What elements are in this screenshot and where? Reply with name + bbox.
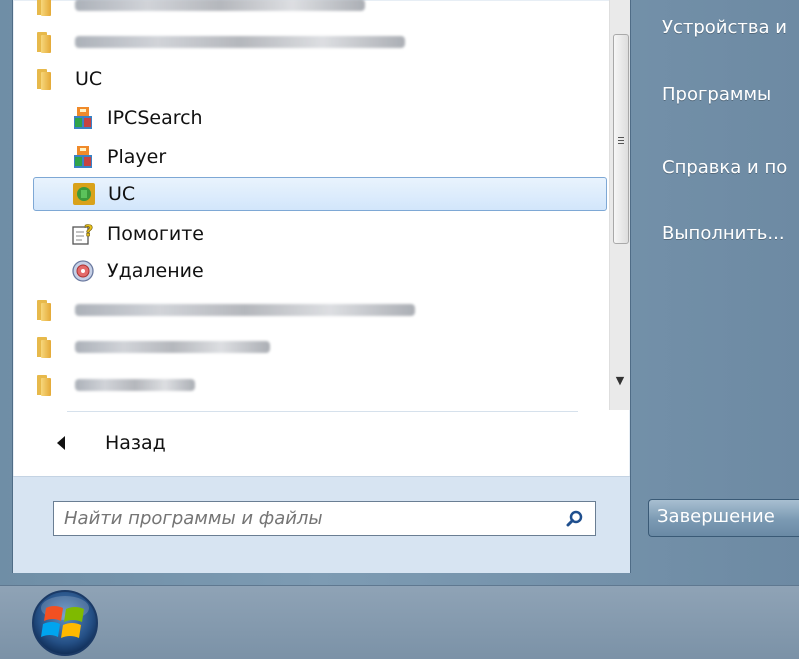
scroll-down-icon[interactable]: ▼	[613, 374, 627, 392]
shutdown-button[interactable]: Завершение	[648, 499, 799, 537]
program-label: Player	[107, 146, 167, 168]
folder-icon	[37, 299, 61, 321]
folder-item-uc[interactable]: UC	[37, 62, 602, 96]
uc-app-icon	[73, 183, 95, 205]
folder-icon	[37, 336, 61, 358]
folder-icon	[37, 68, 61, 90]
programs-list[interactable]: UC IPCSearch Player UC ? Помогите Удален…	[13, 0, 630, 410]
folder-item-blurred-4[interactable]	[37, 330, 602, 364]
taskbar	[0, 585, 799, 659]
windows-start-orb-icon[interactable]	[26, 588, 104, 658]
blurred-label	[75, 304, 415, 316]
ipcsearch-icon	[74, 107, 92, 129]
grip-icon	[618, 135, 624, 146]
program-item-ipcsearch[interactable]: IPCSearch	[71, 101, 602, 135]
folder-item-blurred-1[interactable]	[37, 0, 602, 22]
folder-icon	[37, 31, 61, 53]
program-label: IPCSearch	[107, 107, 203, 129]
help-icon: ?	[72, 222, 94, 245]
folder-icon	[37, 374, 61, 396]
search-area	[13, 476, 630, 573]
folder-label: UC	[75, 68, 103, 90]
back-arrow-icon	[57, 436, 65, 450]
program-label: Удаление	[107, 260, 204, 282]
player-icon	[74, 146, 92, 168]
blurred-label	[75, 36, 405, 48]
search-input[interactable]	[62, 503, 556, 534]
uninstall-icon	[72, 260, 94, 282]
folder-icon	[37, 0, 61, 16]
program-label: Помогите	[107, 223, 204, 245]
blurred-label	[75, 0, 365, 11]
program-item-uninstall[interactable]: Удаление	[71, 254, 602, 288]
programs-scrollbar[interactable]: ▼	[609, 0, 630, 410]
run-link[interactable]: Выполнить...	[662, 223, 785, 244]
help-and-support-link[interactable]: Справка и по	[662, 157, 787, 178]
back-button[interactable]: Назад	[57, 428, 166, 458]
start-menu-right-panel: Устройства и Программы Справка и по Выпо…	[650, 0, 799, 560]
separator	[67, 411, 578, 412]
start-menu-left-panel: UC IPCSearch Player UC ? Помогите Удален…	[12, 0, 631, 573]
program-item-player[interactable]: Player	[71, 140, 602, 174]
back-label: Назад	[105, 432, 166, 454]
program-item-help[interactable]: ? Помогите	[71, 217, 602, 251]
program-label: UC	[108, 183, 136, 205]
program-item-uc[interactable]: UC	[33, 177, 607, 211]
svg-text:?: ?	[84, 222, 93, 240]
folder-item-blurred-2[interactable]	[37, 25, 602, 59]
start-menu: UC IPCSearch Player UC ? Помогите Удален…	[0, 0, 799, 585]
default-programs-link[interactable]: Программы	[662, 84, 771, 105]
folder-item-blurred-3[interactable]	[37, 293, 602, 327]
search-box[interactable]	[53, 501, 596, 536]
folder-item-blurred-5[interactable]	[37, 368, 602, 402]
search-icon[interactable]	[565, 509, 585, 529]
devices-and-printers-link[interactable]: Устройства и	[662, 17, 787, 38]
scrollbar-thumb[interactable]	[613, 34, 629, 244]
blurred-label	[75, 379, 195, 391]
blurred-label	[75, 341, 270, 353]
